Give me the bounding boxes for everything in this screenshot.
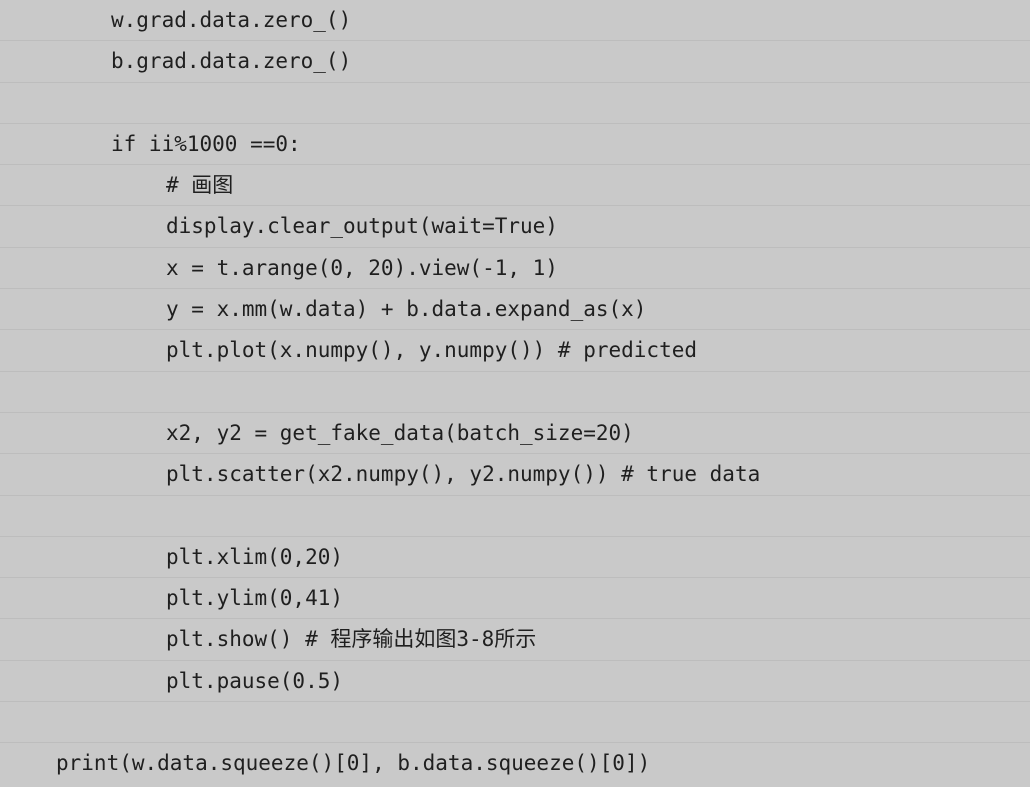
code-text: b.grad.data.zero_() [111,49,352,74]
code-text: plt.plot(x.numpy(), y.numpy()) # predict… [166,338,698,363]
code-line-13 [0,496,1030,537]
code-text: print(w.data.squeeze()[0], b.data.squeez… [56,751,651,776]
code-line-15: plt.ylim(0,41) [0,578,1030,620]
code-text: plt.xlim(0,20) [166,544,344,569]
code-line-12: plt.scatter(x2.numpy(), y2.numpy()) # tr… [0,454,1030,496]
code-line-10 [0,372,1030,413]
code-text: plt.ylim(0,41) [166,586,344,611]
code-text: x = t.arange(0, 20).view(-1, 1) [166,255,558,280]
code-line-14: plt.xlim(0,20) [0,537,1030,579]
code-line-7: x = t.arange(0, 20).view(-1, 1) [0,248,1030,290]
code-line-8: y = x.mm(w.data) + b.data.expand_as(x) [0,289,1030,331]
code-text: display.clear_output(wait=True) [166,214,558,239]
code-line-6: display.clear_output(wait=True) [0,206,1030,248]
code-text: x2, y2 = get_fake_data(batch_size=20) [166,420,634,445]
code-text: plt.scatter(x2.numpy(), y2.numpy()) # tr… [166,462,761,487]
code-text: w.grad.data.zero_() [111,8,352,32]
code-line-11: x2, y2 = get_fake_data(batch_size=20) [0,413,1030,455]
code-line-17: plt.pause(0.5) [0,661,1030,703]
code-line-9: plt.plot(x.numpy(), y.numpy()) # predict… [0,330,1030,372]
code-line-18 [0,702,1030,744]
code-text: if ii%1000 ==0: [111,131,301,156]
code-text: plt.show() # 程序输出如图3-8所示 [166,627,537,652]
code-line-1: w.grad.data.zero_() [0,0,1030,42]
code-line-5: # 画图 [0,165,1030,207]
code-text: y = x.mm(w.data) + b.data.expand_as(x) [166,297,647,322]
code-block: w.grad.data.zero_() b.grad.data.zero_() … [0,0,1030,787]
code-line-3 [0,83,1030,124]
code-line-19: print(w.data.squeeze()[0], b.data.squeez… [0,743,1030,784]
code-line-16: plt.show() # 程序输出如图3-8所示 [0,619,1030,661]
code-line-2: b.grad.data.zero_() [0,41,1030,83]
code-text: # 画图 [166,173,234,198]
code-text: plt.pause(0.5) [166,668,344,693]
code-line-4: if ii%1000 ==0: [0,124,1030,166]
